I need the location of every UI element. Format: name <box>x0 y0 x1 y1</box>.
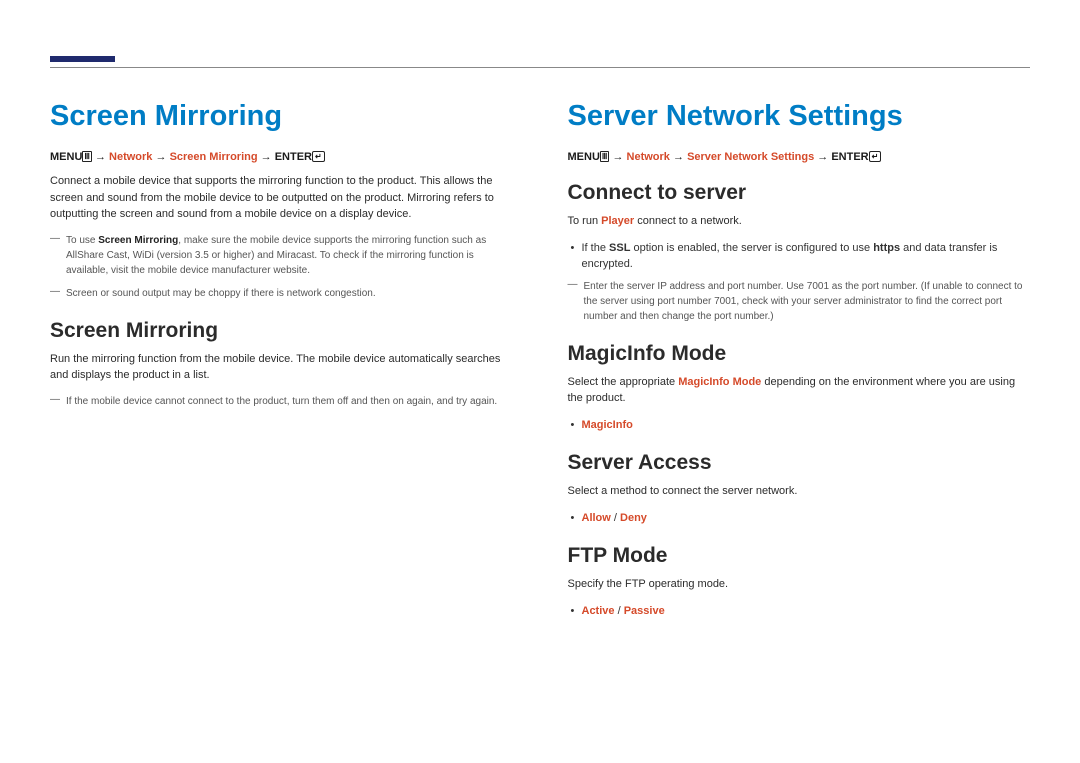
bullet-magicinfo-option: MagicInfo <box>568 417 1031 434</box>
ssl-mid: option is enabled, the server is configu… <box>630 242 873 254</box>
enter-icon: ↵ <box>869 151 882 162</box>
breadcrumb-screen-mirroring: Screen Mirroring <box>170 151 258 163</box>
menu-icon: Ⅲ <box>82 151 92 162</box>
note-bold: Screen Mirroring <box>98 235 178 246</box>
note-cannot-connect: If the mobile device cannot connect to t… <box>50 394 513 409</box>
connect-body: To run Player connect to a network. <box>568 213 1031 230</box>
option-active: Active <box>582 605 615 617</box>
connect-post: connect to a network. <box>634 215 742 227</box>
magicinfo-body: Select the appropriate MagicInfo Mode de… <box>568 374 1031 407</box>
connect-player-bold: Player <box>601 215 634 227</box>
header-accent-bar <box>50 56 115 62</box>
note-pre: To use <box>66 235 98 246</box>
option-allow: Allow <box>582 512 611 524</box>
breadcrumb-enter-label: ENTER <box>831 151 868 163</box>
ssl-bold: SSL <box>609 242 630 254</box>
note-congestion: Screen or sound output may be choppy if … <box>50 286 513 301</box>
breadcrumb-right: MENUⅢ → Network → Server Network Setting… <box>568 151 1031 163</box>
breadcrumb-menu-label: MENU <box>568 151 600 163</box>
https-bold: https <box>873 242 900 254</box>
bullet-access-options: Allow / Deny <box>568 510 1031 527</box>
heading-connect-to-server: Connect to server <box>568 181 1031 205</box>
right-column: Server Network Settings MENUⅢ → Network … <box>568 100 1031 625</box>
page-content: Screen Mirroring MENUⅢ → Network → Scree… <box>50 100 1030 625</box>
ssl-pre: If the <box>582 242 610 254</box>
left-column: Screen Mirroring MENUⅢ → Network → Scree… <box>50 100 513 625</box>
breadcrumb-enter-label: ENTER <box>275 151 312 163</box>
connect-pre: To run <box>568 215 602 227</box>
ftp-body: Specify the FTP operating mode. <box>568 576 1031 593</box>
breadcrumb-left: MENUⅢ → Network → Screen Mirroring → ENT… <box>50 151 513 163</box>
enter-icon: ↵ <box>312 151 325 162</box>
breadcrumb-menu-label: MENU <box>50 151 82 163</box>
bullet-ftp-options: Active / Passive <box>568 603 1031 620</box>
magic-pre: Select the appropriate <box>568 376 679 388</box>
breadcrumb-server-settings: Server Network Settings <box>687 151 814 163</box>
magic-bold: MagicInfo Mode <box>678 376 761 388</box>
option-passive: Passive <box>624 605 665 617</box>
heading-ftp-mode: FTP Mode <box>568 544 1031 568</box>
heading-magicinfo-mode: MagicInfo Mode <box>568 342 1031 366</box>
breadcrumb-network: Network <box>109 151 152 163</box>
option-magicinfo: MagicInfo <box>582 419 633 431</box>
option-deny: Deny <box>620 512 647 524</box>
screen-mirroring-body: Run the mirroring function from the mobi… <box>50 351 513 384</box>
header-divider <box>50 67 1030 68</box>
section-title-screen-mirroring: Screen Mirroring <box>50 100 513 133</box>
note-mirroring-support: To use Screen Mirroring, make sure the m… <box>50 233 513 278</box>
subsection-screen-mirroring: Screen Mirroring <box>50 319 513 343</box>
menu-icon: Ⅲ <box>600 151 610 162</box>
heading-server-access: Server Access <box>568 451 1031 475</box>
note-ip-port: Enter the server IP address and port num… <box>568 279 1031 324</box>
bullet-ssl: If the SSL option is enabled, the server… <box>568 240 1031 273</box>
section-title-server-network: Server Network Settings <box>568 100 1031 133</box>
breadcrumb-network: Network <box>627 151 670 163</box>
intro-paragraph: Connect a mobile device that supports th… <box>50 173 513 223</box>
server-access-body: Select a method to connect the server ne… <box>568 483 1031 500</box>
